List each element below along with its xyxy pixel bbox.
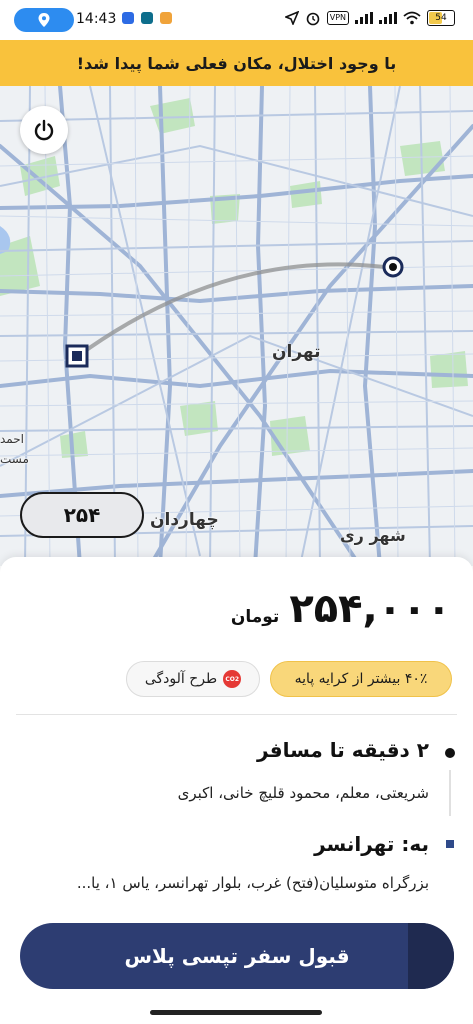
map-label-ahmad: احمد [0,432,24,446]
map-label-mosta: مست [0,452,29,466]
message-app-icon [160,12,172,24]
mail-app-icon [122,12,134,24]
vpn-badge: VPN [326,11,349,25]
banner-text: با وجود اختلال، مکان فعلی شما پیدا شد! [76,53,397,73]
pickup-address: شریعتی، معلم، محمود قلیچ خانی، اکبری [177,784,429,802]
signal-icon [379,12,397,24]
power-icon [34,119,54,141]
status-bar: 14:43 VPN 54 [0,0,473,40]
price-row: ۲۵۴,۰۰۰ تومان [231,586,451,632]
dropoff-marker [65,344,89,368]
surge-chip: ۴۰٪ بیشتر از کرایه پایه [270,661,452,697]
clock: 14:43 [76,11,117,27]
app-notification-icon [141,12,153,24]
surge-chip-label: ۴۰٪ بیشتر از کرایه پایه [294,671,428,687]
wifi-icon [403,11,421,25]
co2-icon: CO2 [223,670,242,688]
location-pin-icon [38,13,50,27]
accept-ride-label: قبول سفر تپسی پلاس [124,944,350,968]
pickup-eta: ۲ دقیقه تا مسافر [257,738,429,762]
accept-button-progress [408,923,454,989]
navigation-arrow-icon [284,11,299,25]
divider [16,714,457,715]
signal-icon [355,12,373,24]
pickup-marker [382,256,404,278]
alarm-icon [306,12,320,26]
dropoff-title: به: تهرانسر [314,832,429,856]
pickup-dot-icon [445,748,455,758]
dropoff-address: بزرگراه متوسلیان(فتح) غرب، بلوار تهرانسر… [76,874,429,892]
battery-icon: 54 [427,10,455,26]
fare-pill: ۲۵۴ [20,492,144,538]
route-connector [449,770,451,816]
accept-ride-button[interactable]: قبول سفر تپسی پلاس [20,923,454,989]
pollution-chip-label: طرح آلودگی [144,671,218,687]
location-warning-banner: با وجود اختلال، مکان فعلی شما پیدا شد! [0,40,473,86]
map-label-shahr-rey: شهر ری [340,526,406,545]
fare-pill-value: ۲۵۴ [63,503,101,527]
currency-label: تومان [230,607,280,627]
status-icons: VPN 54 [284,10,455,26]
trip-price: ۲۵۴,۰۰۰ [289,586,451,632]
home-indicator[interactable] [150,1010,322,1015]
map-label-chahardangeh: چهاردان [150,510,219,530]
location-indicator [14,8,74,32]
route-line [76,262,393,358]
map-label-tehran: تهران [272,342,321,362]
power-button[interactable] [20,106,68,154]
pollution-chip: CO2 طرح آلودگی [126,661,260,697]
dropoff-square-icon [446,840,454,848]
